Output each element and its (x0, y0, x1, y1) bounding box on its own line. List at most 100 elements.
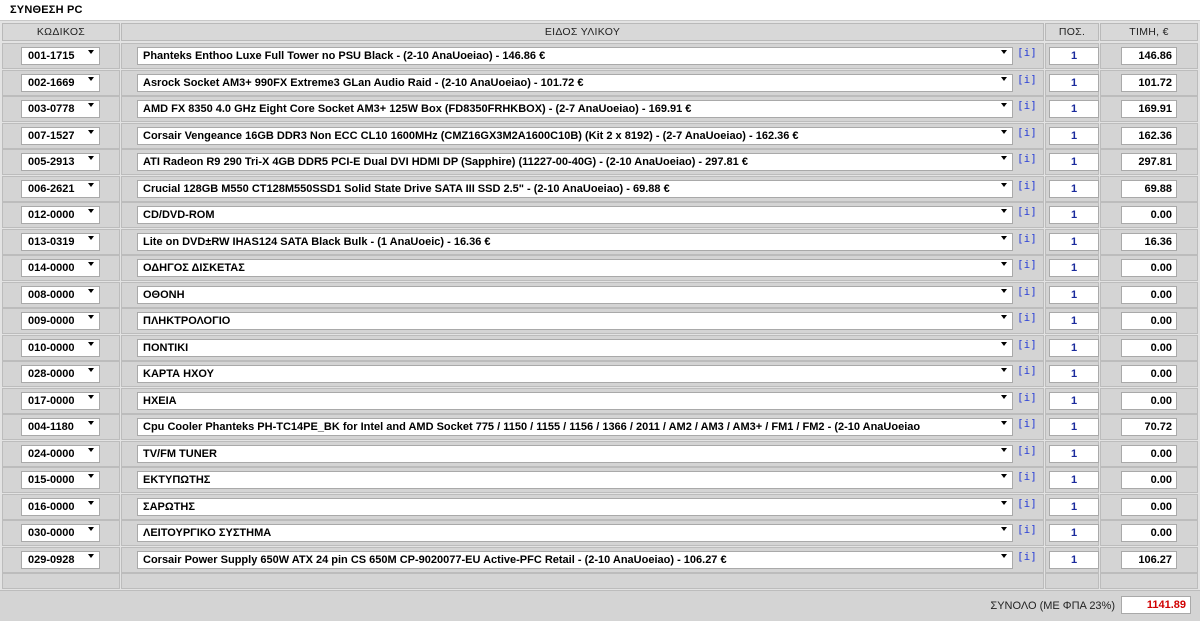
chevron-down-icon[interactable] (1001, 262, 1007, 266)
item-select[interactable]: ΚΑΡΤΑ ΗΧΟΥ (137, 365, 1013, 383)
quantity-input[interactable]: 1 (1049, 365, 1099, 383)
info-icon[interactable]: [i] (1017, 338, 1037, 352)
chevron-down-icon[interactable] (88, 209, 94, 213)
item-select[interactable]: ΟΘΟΝΗ (137, 285, 1013, 304)
item-select[interactable]: Corsair Vengeance 16GB DDR3 Non ECC CL10… (137, 126, 1013, 145)
chevron-down-icon[interactable] (1001, 288, 1007, 293)
quantity-input[interactable]: 1 (1049, 444, 1099, 463)
info-icon[interactable]: [i] (1017, 417, 1037, 431)
chevron-down-icon[interactable] (88, 447, 94, 452)
chevron-down-icon[interactable] (88, 262, 94, 266)
chevron-down-icon[interactable] (1001, 341, 1007, 346)
chevron-down-icon[interactable] (88, 527, 94, 531)
quantity-input[interactable]: 1 (1049, 179, 1099, 198)
item-select[interactable]: CD/DVD-ROM (137, 206, 1013, 224)
chevron-down-icon[interactable] (88, 368, 94, 372)
item-select[interactable]: Crucial 128GB M550 CT128M550SSD1 Solid S… (137, 179, 1013, 198)
chevron-down-icon[interactable] (88, 553, 94, 558)
quantity-input[interactable]: 1 (1049, 259, 1099, 277)
info-icon[interactable]: [i] (1017, 99, 1037, 113)
info-icon[interactable]: [i] (1017, 285, 1037, 299)
chevron-down-icon[interactable] (88, 341, 94, 346)
item-select[interactable]: ΛΕΙΤΟΥΡΓΙΚΟ ΣΥΣΤΗΜΑ (137, 524, 1013, 542)
chevron-down-icon[interactable] (1001, 50, 1007, 54)
chevron-down-icon[interactable] (1001, 315, 1007, 319)
quantity-input[interactable]: 1 (1049, 153, 1099, 171)
info-icon[interactable]: [i] (1017, 152, 1037, 166)
chevron-down-icon[interactable] (1001, 421, 1007, 425)
item-select[interactable]: Cpu Cooler Phanteks PH-TC14PE_BK for Int… (137, 418, 1013, 436)
quantity-input[interactable]: 1 (1049, 73, 1099, 92)
item-select[interactable]: ATI Radeon R9 290 Tri-X 4GB DDR5 PCI-E D… (137, 153, 1013, 171)
info-icon[interactable]: [i] (1017, 497, 1037, 511)
chevron-down-icon[interactable] (1001, 76, 1007, 81)
chevron-down-icon[interactable] (1001, 474, 1007, 478)
chevron-down-icon[interactable] (1001, 553, 1007, 558)
chevron-down-icon[interactable] (1001, 527, 1007, 531)
quantity-input[interactable]: 1 (1049, 312, 1099, 330)
chevron-down-icon[interactable] (88, 474, 94, 478)
info-icon[interactable]: [i] (1017, 46, 1037, 60)
chevron-down-icon[interactable] (88, 500, 94, 505)
chevron-down-icon[interactable] (1001, 182, 1007, 187)
chevron-down-icon[interactable] (1001, 235, 1007, 240)
item-select[interactable]: ΟΔΗΓΟΣ ΔΙΣΚΕΤΑΣ (137, 259, 1013, 277)
quantity-input[interactable]: 1 (1049, 232, 1099, 251)
chevron-down-icon[interactable] (1001, 500, 1007, 505)
item-select[interactable]: TV/FM TUNER (137, 444, 1013, 463)
chevron-down-icon[interactable] (88, 394, 94, 399)
quantity-input[interactable]: 1 (1049, 497, 1099, 516)
chevron-down-icon[interactable] (1001, 103, 1007, 107)
quantity-input[interactable]: 1 (1049, 206, 1099, 224)
chevron-down-icon[interactable] (1001, 447, 1007, 452)
info-icon[interactable]: [i] (1017, 73, 1037, 87)
quantity-input[interactable]: 1 (1049, 47, 1099, 65)
quantity-input[interactable]: 1 (1049, 100, 1099, 118)
quantity-input[interactable]: 1 (1049, 126, 1099, 145)
info-icon[interactable]: [i] (1017, 179, 1037, 193)
quantity-input[interactable]: 1 (1049, 418, 1099, 436)
chevron-down-icon[interactable] (88, 103, 94, 107)
chevron-down-icon[interactable] (1001, 209, 1007, 213)
item-select[interactable]: ΠΟΝΤΙΚΙ (137, 338, 1013, 357)
info-icon[interactable]: [i] (1017, 126, 1037, 140)
item-select[interactable]: Lite on DVD±RW IHAS124 SATA Black Bulk -… (137, 232, 1013, 251)
chevron-down-icon[interactable] (88, 235, 94, 240)
item-select[interactable]: ΗΧΕΙΑ (137, 391, 1013, 410)
info-icon[interactable]: [i] (1017, 391, 1037, 405)
info-icon[interactable]: [i] (1017, 364, 1037, 378)
quantity-input[interactable]: 1 (1049, 550, 1099, 569)
info-icon[interactable]: [i] (1017, 311, 1037, 325)
info-icon[interactable]: [i] (1017, 444, 1037, 458)
item-select[interactable]: Phanteks Enthoo Luxe Full Tower no PSU B… (137, 47, 1013, 65)
chevron-down-icon[interactable] (1001, 368, 1007, 372)
chevron-down-icon[interactable] (88, 288, 94, 293)
quantity-input[interactable]: 1 (1049, 524, 1099, 542)
info-icon[interactable]: [i] (1017, 550, 1037, 564)
item-select[interactable]: ΠΛΗΚΤΡΟΛΟΓΙΟ (137, 312, 1013, 330)
quantity-input[interactable]: 1 (1049, 285, 1099, 304)
chevron-down-icon[interactable] (1001, 156, 1007, 160)
chevron-down-icon[interactable] (88, 50, 94, 54)
quantity-input[interactable]: 1 (1049, 391, 1099, 410)
info-icon[interactable]: [i] (1017, 232, 1037, 246)
info-icon[interactable]: [i] (1017, 258, 1037, 272)
quantity-input[interactable]: 1 (1049, 471, 1099, 489)
info-icon[interactable]: [i] (1017, 470, 1037, 484)
chevron-down-icon[interactable] (88, 421, 94, 425)
chevron-down-icon[interactable] (88, 182, 94, 187)
quantity-input[interactable]: 1 (1049, 338, 1099, 357)
chevron-down-icon[interactable] (88, 315, 94, 319)
chevron-down-icon[interactable] (88, 156, 94, 160)
chevron-down-icon[interactable] (1001, 394, 1007, 399)
item-select[interactable]: Asrock Socket AM3+ 990FX Extreme3 GLan A… (137, 73, 1013, 92)
chevron-down-icon[interactable] (88, 76, 94, 81)
item-select[interactable]: ΕΚΤΥΠΩΤΗΣ (137, 471, 1013, 489)
info-icon[interactable]: [i] (1017, 523, 1037, 537)
chevron-down-icon[interactable] (88, 129, 94, 134)
item-select[interactable]: ΣΑΡΩΤΗΣ (137, 497, 1013, 516)
item-select[interactable]: Corsair Power Supply 650W ATX 24 pin CS … (137, 550, 1013, 569)
chevron-down-icon[interactable] (1001, 129, 1007, 134)
info-icon[interactable]: [i] (1017, 205, 1037, 219)
item-select[interactable]: AMD FX 8350 4.0 GHz Eight Core Socket AM… (137, 100, 1013, 118)
